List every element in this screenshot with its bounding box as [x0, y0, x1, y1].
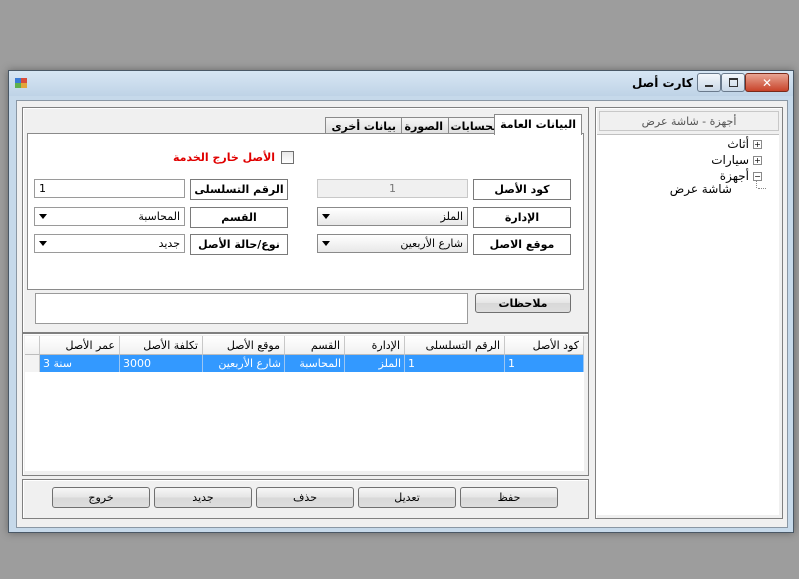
- department-label: الإدارة: [473, 207, 571, 228]
- tree-item-cars[interactable]: سيارات: [711, 153, 749, 167]
- save-button[interactable]: حفظ: [460, 487, 558, 508]
- column-header[interactable]: عمر الأصل: [40, 336, 120, 355]
- tree-item-furniture[interactable]: أثاث: [727, 137, 749, 151]
- chevron-down-icon: [322, 241, 330, 246]
- out-of-service-label: الأصل خارج الخدمة: [173, 151, 276, 164]
- out-of-service-checkbox[interactable]: [281, 151, 295, 164]
- maximize-button[interactable]: [721, 73, 745, 92]
- app-icon[interactable]: [14, 77, 28, 90]
- table-cell[interactable]: شارع الأربعين: [203, 355, 285, 372]
- section-label: القسم: [190, 207, 288, 228]
- button-bar: حفظ تعديل حذف جديد خروج: [22, 479, 589, 519]
- section-value: المحاسبة: [138, 210, 180, 223]
- tree-connector: [756, 180, 758, 188]
- column-header[interactable]: الإدارة: [345, 336, 405, 355]
- tree-expander[interactable]: +: [753, 156, 762, 165]
- general-tab-page: الأصل خارج الخدمة كود الأصل 1 الرقم التس…: [27, 133, 584, 290]
- department-value: الملز: [440, 210, 463, 223]
- details-panel: البيانات العامة الحسابات الصورة بيانات أ…: [22, 107, 589, 333]
- tree-expander[interactable]: +: [753, 140, 762, 149]
- delete-button[interactable]: حذف: [256, 487, 354, 508]
- table-cell[interactable]: 1: [405, 355, 505, 372]
- asset-type-label: نوع/حالة الأصل: [190, 234, 288, 255]
- edit-button[interactable]: تعديل: [358, 487, 456, 508]
- assets-grid[interactable]: كود الأصل الرقم التسلسلى الإدارة القسم م…: [25, 336, 584, 471]
- column-header[interactable]: القسم: [285, 336, 345, 355]
- close-icon: ✕: [761, 75, 773, 90]
- table-cell[interactable]: 3 سنة: [40, 355, 120, 372]
- notes-field[interactable]: [35, 293, 468, 324]
- asset-card-window: كارت أصل ✕ البيانات العامة الحسابات الصو…: [8, 70, 794, 533]
- chevron-down-icon: [322, 214, 330, 219]
- title-bar[interactable]: كارت أصل ✕: [9, 71, 793, 96]
- table-cell[interactable]: المحاسبة: [285, 355, 345, 372]
- chevron-down-icon: [39, 241, 47, 246]
- window-title: كارت أصل: [631, 76, 693, 90]
- column-header[interactable]: كود الأصل: [505, 336, 584, 355]
- location-label: موقع الاصل: [473, 234, 571, 255]
- column-header[interactable]: الرقم التسلسلى: [405, 336, 505, 355]
- minimize-button[interactable]: [697, 73, 721, 92]
- section-select[interactable]: المحاسبة: [34, 207, 185, 226]
- asset-type-value: جديد: [158, 237, 180, 250]
- department-select[interactable]: الملز: [317, 207, 468, 226]
- asset-code-field[interactable]: 1: [317, 179, 468, 198]
- tab-general[interactable]: البيانات العامة: [494, 114, 582, 135]
- table-cell[interactable]: الملز: [345, 355, 405, 372]
- tree-item-devices[interactable]: أجهزة: [720, 169, 749, 183]
- chevron-down-icon: [39, 214, 47, 219]
- notes-label: ملاحظات: [475, 293, 571, 313]
- row-header[interactable]: [25, 355, 40, 372]
- grid-panel: كود الأصل الرقم التسلسلى الإدارة القسم م…: [22, 333, 589, 476]
- column-header[interactable]: موقع الأصل: [203, 336, 285, 355]
- tree-item-display-screen[interactable]: شاشة عرض: [670, 182, 732, 196]
- table-cell[interactable]: 1: [505, 355, 584, 372]
- tree-breadcrumb: أجهزة - شاشة عرض: [599, 111, 779, 131]
- serial-number-label: الرقم التسلسلى: [190, 179, 288, 200]
- out-of-service-row: الأصل خارج الخدمة: [173, 151, 295, 164]
- close-button[interactable]: ✕: [745, 73, 789, 92]
- new-button[interactable]: جديد: [154, 487, 252, 508]
- column-header[interactable]: تكلفة الأصل: [120, 336, 203, 355]
- serial-number-field[interactable]: 1: [34, 179, 185, 198]
- tree-panel: أجهزة - شاشة عرض أثاث + سيارات + أجهزة −…: [595, 107, 783, 519]
- table-cell[interactable]: 3000: [120, 355, 203, 372]
- tree-connector: [758, 188, 766, 190]
- asset-code-label: كود الأصل: [473, 179, 571, 200]
- minimize-icon: [705, 84, 713, 87]
- client-area: البيانات العامة الحسابات الصورة بيانات أ…: [16, 100, 788, 528]
- location-value: شارع الأربعين: [400, 237, 463, 250]
- location-select[interactable]: شارع الأربعين: [317, 234, 468, 253]
- exit-button[interactable]: خروج: [52, 487, 150, 508]
- maximize-icon: [728, 78, 738, 87]
- category-tree[interactable]: أثاث + سيارات + أجهزة − شاشة عرض: [597, 134, 779, 515]
- asset-type-select[interactable]: جديد: [34, 234, 185, 253]
- grid-corner: [25, 336, 40, 355]
